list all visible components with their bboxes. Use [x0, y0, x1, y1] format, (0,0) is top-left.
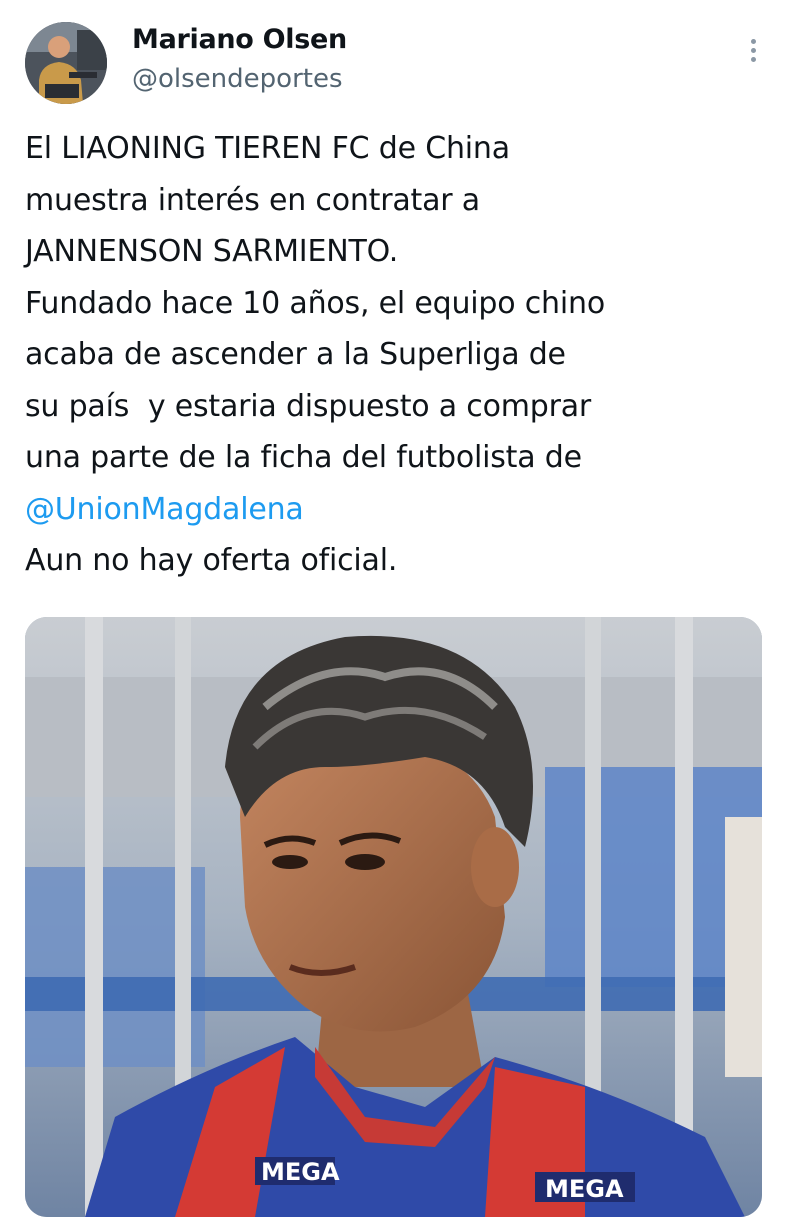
tweet-line: JANNENSON SARMIENTO. — [25, 234, 399, 269]
tweet-line: una parte de la ficha del futbolista de — [25, 440, 582, 475]
tweet-text: El LIAONING TIEREN FC de China muestra i… — [25, 123, 765, 587]
tweet-line: El LIAONING TIEREN FC de China — [25, 131, 510, 166]
avatar-image — [25, 22, 107, 104]
avatar[interactable] — [25, 22, 107, 104]
author-handle[interactable]: @olsendeportes — [132, 64, 343, 94]
tweet-header: Mariano Olsen @olsendeportes — [25, 22, 765, 106]
more-options-icon[interactable] — [741, 36, 765, 76]
player-photo: MEGA MEGA — [25, 617, 762, 1217]
tweet-line: su país y estaria dispuesto a comprar — [25, 388, 592, 424]
author-name[interactable]: Mariano Olsen — [132, 24, 347, 55]
tweet-line: Aun no hay oferta oficial. — [25, 543, 398, 578]
tweet-media-photo[interactable]: MEGA MEGA — [25, 617, 762, 1217]
tweet-line: muestra interés en contratar a — [25, 182, 480, 218]
mention-link[interactable]: @UnionMagdalena — [25, 492, 304, 527]
tweet-line: acaba de ascender a la Superliga de — [25, 337, 566, 372]
jersey-sponsor-left: MEGA — [261, 1158, 340, 1186]
tweet-line: Fundado hace 10 años, el equipo chino — [25, 285, 605, 321]
